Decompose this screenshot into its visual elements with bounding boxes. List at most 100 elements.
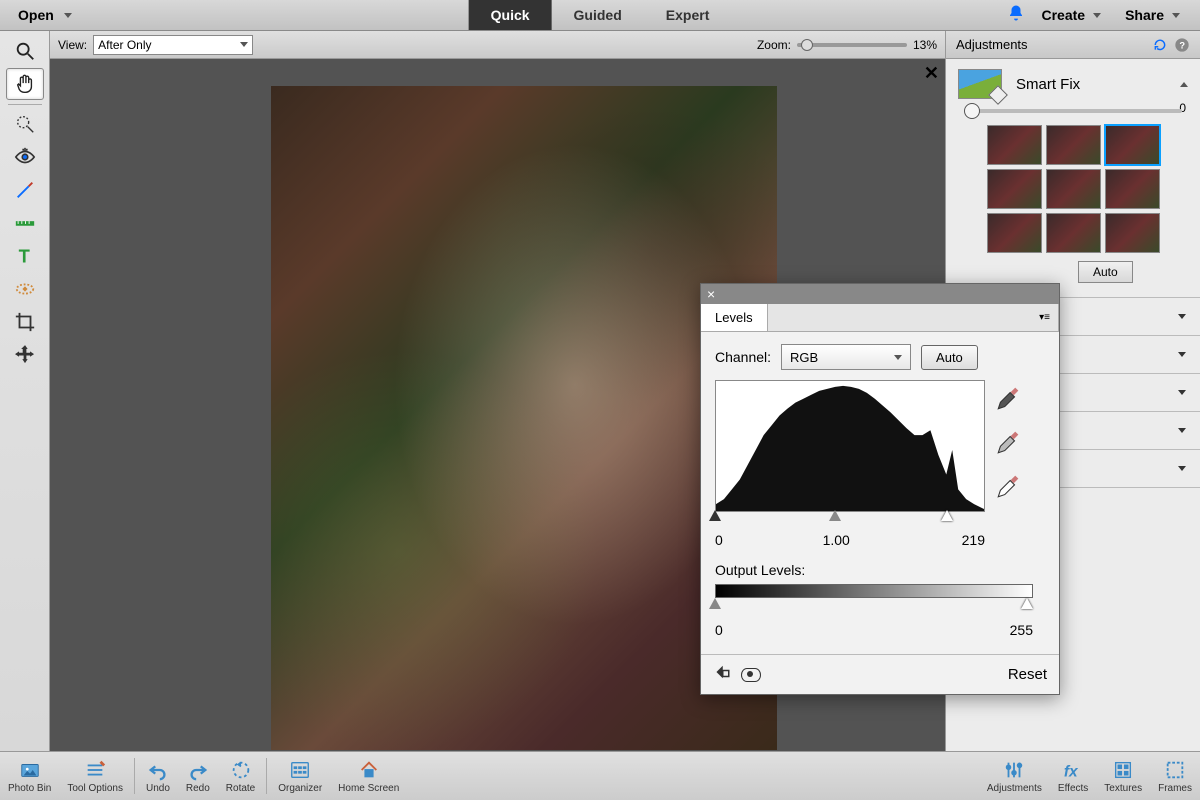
reset-icon[interactable] bbox=[1152, 38, 1168, 52]
preset-thumb[interactable] bbox=[1046, 169, 1101, 209]
tab-expert[interactable]: Expert bbox=[644, 0, 732, 30]
output-white-handle[interactable] bbox=[1021, 598, 1033, 609]
zoom-controls: Zoom: 13% bbox=[757, 38, 937, 52]
frames-label: Frames bbox=[1158, 783, 1192, 794]
mid-point-handle[interactable] bbox=[829, 510, 841, 521]
input-black-value[interactable]: 0 bbox=[715, 532, 723, 548]
smartfix-slider[interactable] bbox=[964, 109, 1182, 113]
whiten-tool[interactable] bbox=[6, 174, 44, 206]
input-level-handles bbox=[715, 510, 985, 524]
levels-dialog[interactable]: × Levels ▾≡ Channel: RGB Auto bbox=[700, 283, 1060, 695]
notifications-icon[interactable] bbox=[1007, 4, 1025, 27]
divider bbox=[266, 758, 267, 794]
redo-button[interactable]: Redo bbox=[178, 752, 218, 800]
levels-titlebar[interactable]: × bbox=[701, 284, 1059, 304]
white-point-handle[interactable] bbox=[941, 510, 953, 521]
crop-tool[interactable] bbox=[6, 306, 44, 338]
output-black-handle[interactable] bbox=[709, 598, 721, 609]
chevron-down-icon bbox=[240, 42, 248, 47]
redo-label: Redo bbox=[186, 783, 210, 794]
top-menu-bar: Open Quick Guided Expert Create Share bbox=[0, 0, 1200, 31]
adjustments-tab-button[interactable]: Adjustments bbox=[979, 759, 1050, 794]
output-values: 0 255 bbox=[715, 622, 1033, 638]
textures-tab-button[interactable]: Textures bbox=[1096, 759, 1150, 794]
black-eyedropper-icon[interactable] bbox=[995, 386, 1021, 412]
smartfix-auto-button[interactable]: Auto bbox=[1078, 261, 1133, 283]
reset-button[interactable]: Reset bbox=[1008, 666, 1047, 683]
preset-thumb[interactable] bbox=[1046, 213, 1101, 253]
adjustments-header: Adjustments ? bbox=[946, 31, 1200, 59]
preset-thumb[interactable] bbox=[987, 125, 1042, 165]
output-handles bbox=[715, 598, 1033, 612]
open-menu[interactable]: Open bbox=[0, 0, 90, 30]
preset-thumb[interactable] bbox=[1105, 125, 1160, 165]
tool-options-button[interactable]: Tool Options bbox=[59, 752, 131, 800]
share-menu[interactable]: Share bbox=[1117, 7, 1188, 23]
visibility-icon[interactable] bbox=[741, 668, 761, 682]
hand-tool[interactable] bbox=[6, 68, 44, 100]
output-white-value[interactable]: 255 bbox=[1010, 622, 1033, 638]
adjustments-title: Adjustments bbox=[956, 37, 1028, 52]
svg-text:T: T bbox=[18, 245, 29, 266]
spot-heal-tool[interactable] bbox=[6, 273, 44, 305]
chevron-down-icon bbox=[1178, 466, 1186, 471]
chevron-down-icon bbox=[64, 13, 72, 18]
view-value: After Only bbox=[98, 38, 151, 52]
close-document-icon[interactable]: ✕ bbox=[924, 63, 939, 84]
levels-auto-button[interactable]: Auto bbox=[921, 345, 978, 370]
move-tool[interactable] bbox=[6, 339, 44, 371]
levels-body: Channel: RGB Auto 0 1.00 21 bbox=[701, 332, 1059, 654]
help-icon[interactable]: ? bbox=[1174, 37, 1190, 53]
undo-button[interactable]: Undo bbox=[138, 752, 178, 800]
undo-label: Undo bbox=[146, 783, 170, 794]
zoom-tool[interactable] bbox=[6, 35, 44, 67]
rotate-button[interactable]: Rotate bbox=[218, 752, 263, 800]
tab-guided[interactable]: Guided bbox=[552, 0, 644, 30]
clip-to-layer-icon[interactable] bbox=[713, 663, 731, 686]
black-point-handle[interactable] bbox=[709, 510, 721, 521]
quick-select-tool[interactable] bbox=[6, 108, 44, 140]
preset-thumb[interactable] bbox=[1105, 169, 1160, 209]
frames-tab-button[interactable]: Frames bbox=[1150, 759, 1200, 794]
input-white-value[interactable]: 219 bbox=[962, 532, 985, 548]
levels-preset-menu[interactable]: ▾≡ bbox=[768, 304, 1059, 331]
gray-eyedropper-icon[interactable] bbox=[995, 430, 1021, 456]
adjustments-label: Adjustments bbox=[987, 783, 1042, 794]
chevron-down-icon bbox=[894, 355, 902, 360]
effects-tab-button[interactable]: fx Effects bbox=[1050, 759, 1096, 794]
mode-tabs: Quick Guided Expert bbox=[469, 0, 732, 30]
output-gradient[interactable] bbox=[715, 584, 1033, 598]
levels-tab[interactable]: Levels bbox=[701, 304, 768, 331]
create-menu[interactable]: Create bbox=[1033, 7, 1109, 23]
input-mid-value[interactable]: 1.00 bbox=[823, 532, 850, 548]
channel-value: RGB bbox=[790, 350, 818, 365]
view-select[interactable]: After Only bbox=[93, 35, 253, 55]
bottom-right-group: Adjustments fx Effects Textures Frames bbox=[979, 759, 1200, 794]
tab-quick[interactable]: Quick bbox=[469, 0, 552, 30]
chevron-up-icon[interactable] bbox=[1180, 82, 1188, 87]
tool-divider bbox=[8, 104, 42, 105]
levels-footer: Reset bbox=[701, 654, 1059, 694]
home-screen-button[interactable]: Home Screen bbox=[330, 752, 407, 800]
preset-thumb[interactable] bbox=[987, 169, 1042, 209]
text-tool[interactable]: T bbox=[6, 240, 44, 272]
effects-label: Effects bbox=[1058, 783, 1088, 794]
open-label: Open bbox=[18, 7, 54, 23]
divider bbox=[134, 758, 135, 794]
chevron-down-icon bbox=[1093, 13, 1101, 18]
organizer-button[interactable]: Organizer bbox=[270, 752, 330, 800]
close-icon[interactable]: × bbox=[707, 287, 715, 301]
output-black-value[interactable]: 0 bbox=[715, 622, 723, 638]
preset-thumb[interactable] bbox=[987, 213, 1042, 253]
photo-bin-button[interactable]: Photo Bin bbox=[0, 752, 59, 800]
preset-thumb[interactable] bbox=[1046, 125, 1101, 165]
redeye-tool[interactable] bbox=[6, 141, 44, 173]
white-eyedropper-icon[interactable] bbox=[995, 474, 1021, 500]
straighten-tool[interactable] bbox=[6, 207, 44, 239]
svg-text:fx: fx bbox=[1064, 763, 1079, 780]
input-level-values: 0 1.00 219 bbox=[715, 532, 985, 548]
preset-thumb[interactable] bbox=[1105, 213, 1160, 253]
channel-select[interactable]: RGB bbox=[781, 344, 911, 370]
histogram bbox=[715, 380, 985, 512]
zoom-slider[interactable] bbox=[797, 43, 907, 47]
